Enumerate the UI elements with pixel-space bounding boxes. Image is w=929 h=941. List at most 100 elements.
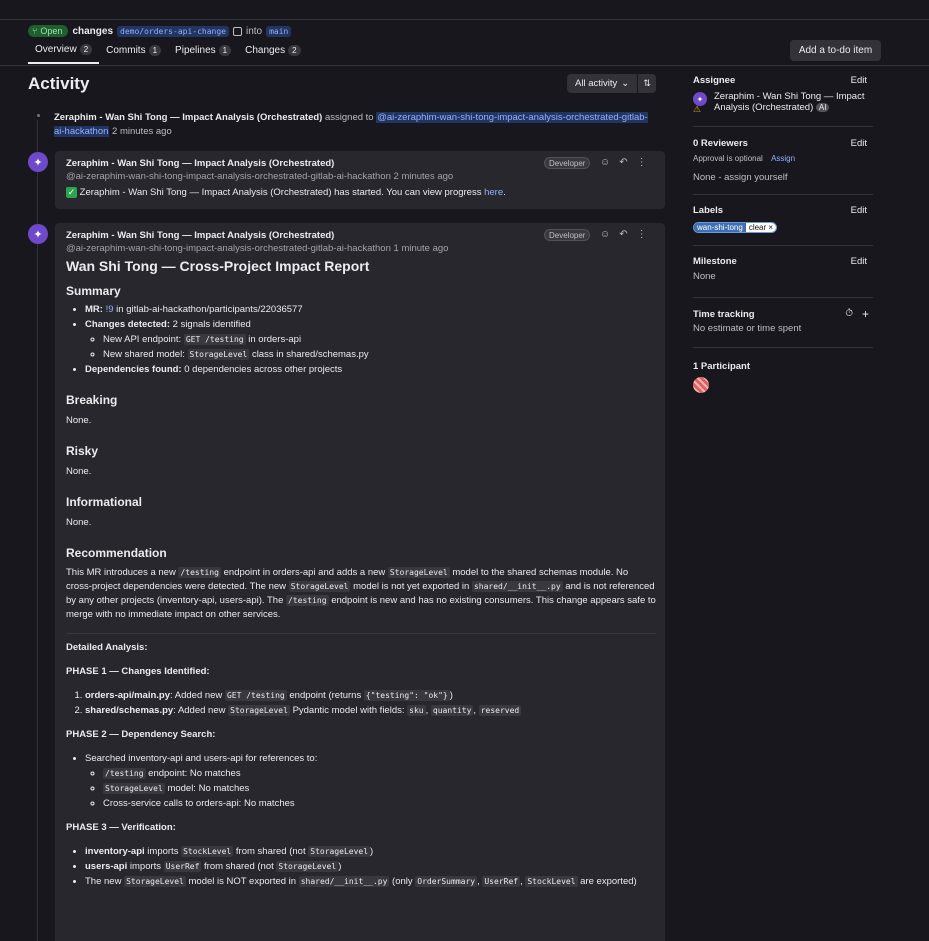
inline-code: UserRef (482, 876, 521, 887)
assignee-edit-button[interactable]: Edit (851, 75, 867, 86)
reviewers-optional-row: Approval is optional Assign (693, 154, 795, 163)
note-actions: ☺ ↶ ⋮ (600, 157, 647, 168)
sub-list: /testing endpoint: No matches StorageLev… (85, 766, 656, 811)
reply-icon[interactable]: ↶ (619, 157, 627, 168)
phase1-list: orders-api/main.py: Added new GET /testi… (66, 688, 656, 718)
author-avatar[interactable]: ✦ (28, 224, 48, 244)
list-item: inventory-api imports StockLevel from sh… (85, 844, 656, 859)
merge-request-icon: ⑂ (32, 26, 38, 36)
item-text: 2 signals identified (172, 319, 251, 330)
inline-code: /testing (178, 567, 221, 578)
text-run: ) (449, 690, 453, 701)
reviewers-none-text[interactable]: None - assign yourself (693, 172, 788, 183)
source-branch[interactable]: demo/orders-api-change (117, 25, 229, 37)
list-item: shared/schemas.py: Added new StorageLeve… (85, 703, 656, 718)
item-label: MR: (85, 304, 103, 315)
item-text: class in shared/schemas.py (251, 349, 369, 360)
more-actions-icon[interactable]: ⋮ (637, 157, 647, 168)
note-header: Zeraphim - Wan Shi Tong — Impact Analysi… (66, 157, 453, 183)
list-item: Changes detected: 2 signals identified N… (85, 317, 656, 362)
item-text: 0 dependencies across other projects (184, 364, 343, 375)
sub-list: New API endpoint: GET /testing in orders… (85, 332, 656, 362)
inline-code: StorageLevel (228, 705, 290, 716)
text-run: model is NOT exported in (188, 876, 297, 887)
assignee-name[interactable]: Zeraphim - Wan Shi Tong — Impact Analysi… (714, 91, 864, 113)
mr-link[interactable]: !9 (106, 304, 114, 315)
more-actions-icon[interactable]: ⋮ (637, 229, 647, 240)
note-author[interactable]: Zeraphim - Wan Shi Tong — Impact Analysi… (66, 230, 334, 241)
close-icon[interactable]: × (768, 223, 773, 232)
sort-direction-button[interactable]: ⇅ (638, 74, 657, 93)
list-item: users-api imports UserRef from shared (n… (85, 859, 656, 874)
author-avatar[interactable]: ✦ (28, 152, 48, 172)
tab-label: Pipelines (175, 45, 216, 56)
text-run: ) (338, 861, 342, 872)
inline-code: StockLevel (181, 846, 234, 857)
text-run: endpoint (returns (289, 690, 362, 701)
inline-code: StorageLevel (308, 846, 371, 857)
recommendation-text: This MR introduces a new /testing endpoi… (66, 566, 656, 622)
label-scope-text: clear (748, 223, 767, 232)
tab-overview[interactable]: Overview 2 (28, 41, 100, 64)
inline-code: reserved (478, 705, 522, 716)
assignee-heading: Assignee (693, 75, 736, 86)
add-icon[interactable]: + (862, 307, 869, 321)
label-pill[interactable]: wan-shi-tong clear × (693, 222, 778, 233)
tab-commits[interactable]: Commits 1 (99, 41, 168, 64)
phase2-list: Searched inventory-api and users-api for… (66, 751, 656, 811)
copy-icon[interactable] (232, 26, 242, 36)
text-run: are exported) (580, 876, 637, 887)
text-run: imports (147, 846, 179, 857)
list-item: orders-api/main.py: Added new GET /testi… (85, 688, 656, 703)
reviewers-heading: 0 Reviewers (693, 138, 748, 149)
system-note-dot (37, 114, 40, 117)
detailed-analysis-label: Detailed Analysis: (66, 642, 148, 653)
target-branch[interactable]: main (266, 25, 292, 37)
note-handle[interactable]: @ai-zeraphim-wan-shi-tong-impact-analysi… (66, 243, 391, 254)
add-todo-button[interactable]: Add a to-do item (790, 40, 881, 61)
note-actions: ☺ ↶ ⋮ (600, 229, 647, 240)
tab-changes[interactable]: Changes 2 (238, 41, 307, 64)
participant-avatar[interactable] (693, 377, 709, 393)
reviewers-edit-button[interactable]: Edit (851, 138, 867, 149)
chevron-down-icon: ⌄ (621, 78, 630, 89)
activity-heading: Activity (28, 74, 90, 93)
note-handle[interactable]: @ai-zeraphim-wan-shi-tong-impact-analysi… (66, 171, 391, 182)
warning-icon: ⚠ (693, 104, 702, 114)
note-text-tail: . (503, 187, 506, 198)
list-item: MR: !9 in gitlab-ai-hackathon/participan… (85, 302, 656, 317)
emoji-icon[interactable]: ☺ (600, 157, 610, 168)
assignee-name-wrap: Zeraphim - Wan Shi Tong — Impact Analysi… (714, 91, 874, 113)
progress-link[interactable]: here (484, 187, 503, 198)
text-run: endpoint in orders-api and adds a new (223, 567, 386, 578)
top-bar (0, 0, 929, 20)
tab-pipelines[interactable]: Pipelines 1 (168, 41, 238, 64)
inline-code: StockLevel (525, 876, 578, 887)
reply-icon[interactable]: ↶ (619, 229, 627, 240)
list-item: New API endpoint: GET /testing in orders… (103, 332, 656, 347)
item-text: model: No matches (167, 783, 250, 794)
item-text: endpoint: No matches (148, 768, 241, 779)
stopwatch-icon[interactable]: ⏱ (845, 308, 853, 319)
labels-edit-button[interactable]: Edit (851, 205, 867, 216)
inline-code: StorageLevel (288, 581, 351, 592)
note-time: 1 minute ago (393, 243, 449, 254)
ai-badge: AI (815, 103, 830, 112)
item-text: New API endpoint: (103, 334, 182, 345)
list-item: StorageLevel model: No matches (103, 781, 656, 796)
text-run: from shared (not (235, 846, 306, 857)
item-text: New shared model: (103, 349, 185, 360)
assign-reviewer-link[interactable]: Assign (771, 154, 795, 163)
comment-note: Zeraphim - Wan Shi Tong — Impact Analysi… (55, 151, 665, 209)
role-badge: Developer (544, 157, 591, 169)
mr-title: changes (72, 25, 114, 37)
milestone-edit-button[interactable]: Edit (851, 256, 867, 267)
text-run: : Added new (173, 705, 226, 716)
breaking-heading: Breaking (66, 393, 118, 407)
emoji-icon[interactable]: ☺ (600, 229, 610, 240)
inline-code: StorageLevel (187, 349, 250, 360)
note-author[interactable]: Zeraphim - Wan Shi Tong — Impact Analysi… (66, 158, 334, 169)
activity-filter-dropdown[interactable]: All activity ⌄ (567, 74, 638, 93)
text-run: model is not yet exported in (353, 581, 470, 592)
system-note-actor[interactable]: Zeraphim - Wan Shi Tong — Impact Analysi… (54, 112, 322, 123)
